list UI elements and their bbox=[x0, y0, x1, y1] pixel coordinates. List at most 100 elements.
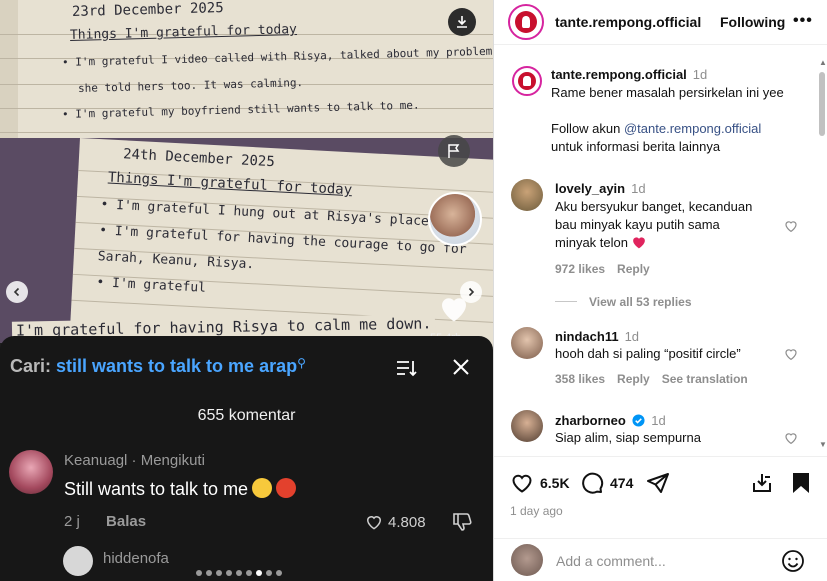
like-comment-icon[interactable] bbox=[783, 430, 799, 446]
view-replies-button[interactable]: View all 53 replies bbox=[589, 295, 692, 309]
account-name[interactable]: tante.rempong.official bbox=[555, 14, 701, 30]
comment-username[interactable]: Keanuagl · Mengikuti bbox=[64, 452, 205, 469]
caption-username[interactable]: tante.rempong.official bbox=[551, 67, 687, 82]
bookmark-icon[interactable] bbox=[790, 471, 812, 495]
scroll-down-icon[interactable]: ▼ bbox=[819, 440, 827, 449]
post-age: 1 day ago bbox=[510, 504, 563, 518]
carousel-dot[interactable] bbox=[256, 570, 262, 576]
note2-date: 24th December 2025 bbox=[122, 146, 276, 171]
carousel-dot[interactable] bbox=[246, 570, 252, 576]
note2-line: Sarah, Keanu, Risya. bbox=[97, 249, 255, 273]
carousel-dot[interactable] bbox=[226, 570, 232, 576]
sort-icon[interactable] bbox=[394, 356, 418, 380]
report-button[interactable] bbox=[438, 135, 470, 167]
search-icon: ⚲ bbox=[297, 356, 306, 370]
flag-icon bbox=[448, 144, 460, 158]
note1-line: • I'm grateful my boyfriend still wants … bbox=[61, 98, 420, 121]
comment-time: 1d bbox=[624, 329, 640, 344]
comment-username[interactable]: lovely_ayin bbox=[555, 181, 625, 196]
like-comment-icon[interactable] bbox=[783, 218, 799, 234]
comment-text-end: minyak telon bbox=[555, 235, 628, 250]
comment-text: bau minyak kayu putih sama bbox=[555, 217, 720, 232]
comment-username[interactable]: nindach11 bbox=[555, 329, 619, 344]
post-actions: 6.5K 474 1 day ago bbox=[494, 456, 827, 526]
like-comment-icon[interactable] bbox=[783, 346, 799, 362]
like-button[interactable]: 6.5K bbox=[510, 471, 570, 495]
creator-avatar[interactable] bbox=[428, 192, 482, 246]
avatar[interactable] bbox=[63, 546, 93, 576]
comment-header: zharborneo 1d bbox=[555, 412, 666, 430]
carousel-dot[interactable] bbox=[276, 570, 282, 576]
download-button[interactable] bbox=[448, 8, 476, 36]
angry-emoji-icon bbox=[276, 478, 297, 498]
comment-age: 2 j bbox=[64, 513, 80, 530]
comment-likes[interactable]: 358 likes bbox=[555, 372, 605, 386]
remix-download-icon[interactable] bbox=[750, 471, 774, 495]
note1-date: 23rd December 2025 bbox=[71, 0, 224, 20]
post-media[interactable]: 23rd December 2025 Things I'm grateful f… bbox=[0, 0, 493, 581]
caption-header: tante.rempong.official 1d bbox=[551, 66, 707, 84]
comment-button[interactable]: 474 bbox=[580, 471, 633, 495]
comments-feed[interactable]: tante.rempong.official 1d Rame bener masa… bbox=[494, 46, 827, 456]
search-label: Cari: bbox=[10, 356, 52, 376]
like-count: 6.5K bbox=[540, 475, 570, 491]
chevron-left-icon bbox=[13, 287, 20, 297]
comment-like-button[interactable]: 4.808 bbox=[364, 512, 426, 532]
dislike-icon[interactable] bbox=[450, 510, 474, 534]
avatar[interactable] bbox=[511, 179, 543, 211]
comment-body: Still wants to talk to me bbox=[64, 479, 249, 499]
note2-line: • I'm grateful bbox=[96, 275, 207, 296]
comment-text: Still wants to talk to me bbox=[64, 478, 297, 500]
carousel-dots bbox=[196, 570, 282, 576]
share-icon[interactable] bbox=[646, 471, 670, 495]
reply-button[interactable]: Reply bbox=[617, 372, 650, 386]
following-button[interactable]: Following bbox=[720, 14, 785, 30]
verified-badge-icon bbox=[632, 414, 645, 427]
carousel-dot[interactable] bbox=[206, 570, 212, 576]
caption-avatar[interactable] bbox=[512, 66, 542, 96]
more-options-icon[interactable]: ••• bbox=[793, 12, 813, 30]
comment-text: hooh dah si paling “positif circle” bbox=[555, 346, 741, 361]
scroll-thumb[interactable] bbox=[819, 72, 825, 136]
avatar[interactable] bbox=[511, 544, 543, 576]
comment-actions: 358 likes Reply See translation bbox=[555, 372, 760, 386]
avatar[interactable] bbox=[511, 327, 543, 359]
reply-button[interactable]: Balas bbox=[106, 513, 146, 530]
carousel-dot[interactable] bbox=[266, 570, 272, 576]
avatar[interactable] bbox=[9, 450, 53, 494]
comment-likes[interactable]: 972 likes bbox=[555, 262, 605, 276]
comment-actions: 972 likes Reply bbox=[555, 262, 662, 276]
heart-outline-icon bbox=[366, 516, 382, 530]
comment-username[interactable]: zharborneo bbox=[555, 413, 626, 428]
avatar[interactable] bbox=[511, 410, 543, 442]
scrollbar[interactable]: ▲ ▼ bbox=[816, 58, 827, 449]
comment-time: 1d bbox=[631, 181, 646, 196]
see-translation-button[interactable]: See translation bbox=[662, 372, 748, 386]
close-icon[interactable] bbox=[450, 356, 472, 378]
carousel-dot[interactable] bbox=[196, 570, 202, 576]
caption-follow-line: Follow akun @tante.rempong.official bbox=[551, 120, 761, 138]
comment-header: nindach11 1d bbox=[555, 328, 639, 346]
carousel-dot[interactable] bbox=[216, 570, 222, 576]
comment-like-count: 4.808 bbox=[388, 513, 426, 531]
note2-heading: Things I'm grateful for today bbox=[107, 169, 353, 199]
comment-count: 655 komentar bbox=[197, 407, 296, 424]
add-comment-input[interactable]: Add a comment... bbox=[556, 553, 666, 569]
reply-button[interactable]: Reply bbox=[617, 262, 650, 276]
comment-overlay: Cari: still wants to talk to me arap⚲ 65… bbox=[0, 336, 493, 581]
caption-line: Rame bener masalah persirkelan ini yee bbox=[551, 85, 784, 100]
emoji-picker-icon[interactable] bbox=[781, 549, 805, 573]
account-avatar[interactable] bbox=[508, 4, 544, 40]
scroll-up-icon[interactable]: ▲ bbox=[819, 58, 827, 67]
previous-slide-button[interactable] bbox=[6, 281, 28, 303]
reply-username[interactable]: hiddenofa bbox=[103, 550, 169, 567]
red-heart-emoji-icon bbox=[632, 237, 645, 249]
like-heart-icon[interactable] bbox=[436, 290, 472, 326]
comment-count-label: 474 bbox=[610, 475, 634, 491]
post-side-panel: tante.rempong.official Following ••• tan… bbox=[493, 0, 827, 581]
carousel-dot[interactable] bbox=[236, 570, 242, 576]
mention-link[interactable]: @tante.rempong.official bbox=[624, 121, 761, 136]
search-bar[interactable]: Cari: still wants to talk to me arap⚲ bbox=[10, 356, 306, 377]
comment-meta: 2 j Balas bbox=[64, 513, 146, 530]
comment-text: Siap alim, siap sempurna bbox=[555, 430, 701, 445]
